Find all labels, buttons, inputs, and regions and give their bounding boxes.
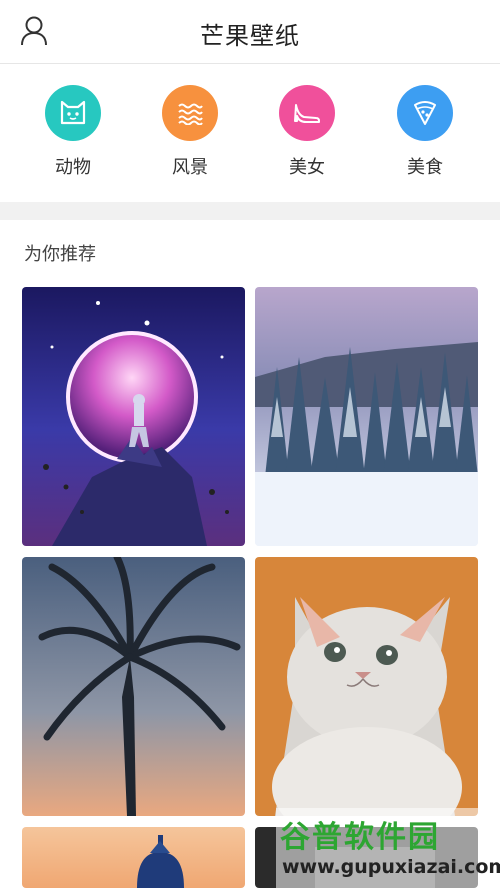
- kitten-wallpaper[interactable]: [255, 557, 478, 816]
- watermark-url: www.gupuxiazai.com: [282, 856, 500, 878]
- cat-icon: [45, 85, 101, 141]
- palm-tree-wallpaper[interactable]: [22, 557, 245, 816]
- pizza-icon: [397, 85, 453, 141]
- high-heel-icon: [279, 85, 335, 141]
- astronaut-planet-wallpaper[interactable]: [22, 287, 245, 546]
- category-label: 动物: [55, 157, 91, 177]
- snowy-forest-wallpaper[interactable]: [255, 287, 478, 546]
- category-label: 美食: [407, 157, 443, 177]
- section-divider: [0, 202, 500, 220]
- category-food[interactable]: 美食: [380, 85, 470, 185]
- recommend-heading: 为你推荐: [24, 244, 96, 264]
- category-scenery[interactable]: 风景: [145, 85, 235, 185]
- watermark-title: 谷普软件园: [280, 820, 440, 855]
- app-title: 芒果壁纸: [200, 23, 300, 50]
- waves-icon: [162, 85, 218, 141]
- category-bar: 动物 风景 美女 美食: [0, 65, 500, 202]
- category-animals[interactable]: 动物: [28, 85, 118, 185]
- top-bar: 芒果壁纸: [0, 0, 500, 64]
- cathedral-dome-wallpaper[interactable]: [22, 827, 245, 888]
- category-beauty[interactable]: 美女: [262, 85, 352, 185]
- watermark-overlay: 谷普软件园 www.gupuxiazai.com: [276, 808, 500, 888]
- category-label: 美女: [289, 157, 325, 177]
- category-label: 风景: [172, 157, 208, 177]
